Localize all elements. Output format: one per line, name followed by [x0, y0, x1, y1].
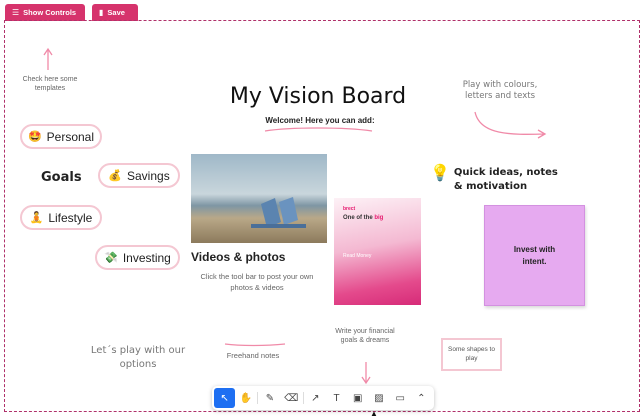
- card-brand: brect: [343, 206, 356, 212]
- eraser-tool[interactable]: ⌫: [281, 388, 302, 408]
- more-tool[interactable]: ⌃: [411, 388, 432, 408]
- goal-pill-lifestyle[interactable]: 🧘 Lifestyle: [20, 205, 102, 230]
- beach-photo[interactable]: [191, 154, 327, 243]
- gradient-card-image[interactable]: brect One of the big Read Money: [334, 198, 421, 305]
- image-tool[interactable]: ▨: [368, 388, 389, 408]
- money-wings-emoji-icon: 💸: [104, 252, 118, 264]
- board-title: My Vision Board: [229, 84, 407, 109]
- image-icon: ▨: [374, 392, 384, 404]
- select-tool[interactable]: ↖: [214, 388, 236, 408]
- starstruck-emoji-icon: 🤩: [27, 131, 42, 143]
- quick-ideas: 💡 Quick ideas, notes & motivation: [430, 166, 564, 193]
- templates-note: Check here some templates: [22, 76, 78, 93]
- card-headline: One of the big: [343, 215, 383, 221]
- shape-tool[interactable]: ▭: [390, 388, 411, 408]
- cursor-icon: ↖: [220, 392, 229, 404]
- goal-label: Investing: [122, 250, 171, 265]
- lightbulb-icon: 💡: [430, 165, 450, 182]
- goal-pill-savings[interactable]: 💰 Savings: [98, 163, 180, 188]
- eraser-icon: ⌫: [284, 392, 299, 404]
- meditation-emoji-icon: 🧘: [29, 212, 44, 224]
- goal-label: Lifestyle: [48, 210, 93, 225]
- card-headline-b: big: [374, 215, 384, 221]
- rectangle-icon: ▭: [395, 392, 405, 404]
- freehand-note: Freehand notes: [226, 351, 280, 360]
- chevron-up-icon: ⌃: [417, 392, 426, 404]
- pen-tool[interactable]: ✎: [259, 388, 280, 408]
- financial-note: Write your financial goals & dreams: [335, 328, 395, 345]
- arrow-tool[interactable]: ↗: [305, 388, 326, 408]
- shapes-box[interactable]: Some shapes to play: [441, 338, 502, 371]
- mouse-cursor-icon: ▲: [370, 409, 378, 418]
- welcome-text: Welcome! Here you can add:: [265, 116, 375, 125]
- arrow-icon: ↗: [311, 392, 320, 404]
- sticky-note-icon: ▣: [353, 392, 363, 404]
- sticky-note[interactable]: Invest with intent.: [484, 205, 585, 306]
- goal-pill-personal[interactable]: 🤩 Personal: [20, 124, 102, 149]
- hand-tool[interactable]: ✋: [235, 388, 256, 408]
- hand-icon: ✋: [239, 392, 253, 404]
- goal-label: Savings: [127, 168, 170, 183]
- goal-label: Personal: [46, 129, 95, 144]
- pen-icon: ✎: [265, 392, 275, 404]
- toolbar-divider: [257, 392, 259, 404]
- text-tool[interactable]: T: [326, 388, 347, 408]
- lets-play-note: Let´s play with our options: [90, 345, 186, 370]
- card-subline: Read Money: [343, 253, 372, 259]
- quick-ideas-text: Quick ideas, notes & motivation: [453, 167, 558, 192]
- beach-chairs-image: [251, 197, 306, 228]
- text-icon: T: [333, 392, 340, 404]
- note-tool[interactable]: ▣: [347, 388, 368, 408]
- card-headline-a: One of the: [343, 215, 375, 221]
- videos-photos-title: Videos & photos: [191, 250, 286, 264]
- toolbar-divider: [302, 392, 304, 404]
- videos-photos-subtitle: Click the tool bar to post your own phot…: [200, 272, 314, 293]
- goals-heading: Goals: [41, 170, 82, 185]
- money-bag-emoji-icon: 💰: [108, 170, 122, 182]
- colours-note: Play with colours, letters and texts: [462, 80, 538, 102]
- drawing-toolbar: ↖ ✋ ✎ ⌫ ↗ T ▣ ▨ ▭ ⌃: [212, 386, 434, 410]
- goal-pill-investing[interactable]: 💸 Investing: [95, 245, 180, 270]
